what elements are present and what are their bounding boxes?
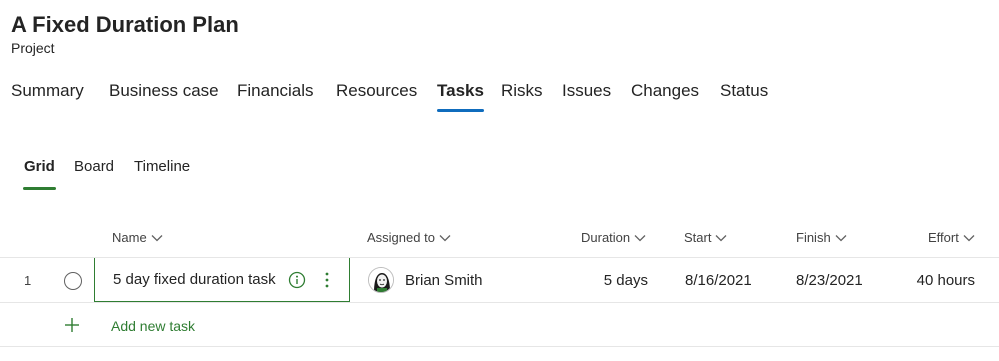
tab-summary[interactable]: Summary bbox=[11, 78, 84, 114]
column-header-assigned-to[interactable]: Assigned to bbox=[367, 230, 451, 245]
page-subtitle: Project bbox=[11, 40, 55, 56]
chevron-down-icon bbox=[439, 234, 451, 241]
tab-timeline[interactable]: Timeline bbox=[134, 156, 190, 192]
column-header-name[interactable]: Name bbox=[112, 230, 163, 245]
row-number: 1 bbox=[24, 273, 32, 288]
tab-grid[interactable]: Grid bbox=[23, 156, 56, 192]
chevron-down-icon bbox=[634, 234, 646, 241]
column-header-finish[interactable]: Finish bbox=[796, 230, 847, 245]
page-title: A Fixed Duration Plan bbox=[11, 12, 239, 37]
effort-value[interactable]: 40 hours bbox=[917, 272, 975, 289]
add-new-task-button[interactable]: Add new task bbox=[111, 318, 195, 334]
column-header-duration[interactable]: Duration bbox=[581, 230, 646, 245]
tab-issues[interactable]: Issues bbox=[562, 78, 611, 114]
plus-icon[interactable] bbox=[63, 316, 81, 334]
tab-risks[interactable]: Risks bbox=[501, 78, 543, 114]
start-date-value[interactable]: 8/16/2021 bbox=[685, 272, 752, 289]
column-header-effort-label: Effort bbox=[928, 230, 959, 245]
tab-tasks[interactable]: Tasks bbox=[437, 78, 484, 114]
tab-changes[interactable]: Changes bbox=[631, 78, 699, 114]
table-row[interactable]: 1 5 day fixed duration task Brian Smith … bbox=[0, 258, 999, 303]
column-header-assigned-to-label: Assigned to bbox=[367, 230, 435, 245]
task-name-cell[interactable]: 5 day fixed duration task bbox=[94, 258, 350, 302]
tab-status[interactable]: Status bbox=[720, 78, 768, 114]
more-vertical-icon[interactable] bbox=[320, 270, 334, 290]
column-header-finish-label: Finish bbox=[796, 230, 831, 245]
column-header-duration-label: Duration bbox=[581, 230, 631, 245]
grid-header: Name Assigned to Duration Start Finish E… bbox=[0, 220, 999, 258]
avatar bbox=[368, 267, 394, 293]
chevron-down-icon bbox=[835, 234, 847, 241]
finish-date-value[interactable]: 8/23/2021 bbox=[796, 272, 863, 289]
tab-business-case[interactable]: Business case bbox=[109, 78, 219, 114]
tab-board[interactable]: Board bbox=[74, 156, 114, 192]
duration-value[interactable]: 5 days bbox=[604, 272, 648, 289]
circle-checkbox-icon[interactable] bbox=[64, 272, 82, 290]
assigned-to-value[interactable]: Brian Smith bbox=[405, 272, 483, 289]
task-name[interactable]: 5 day fixed duration task bbox=[113, 271, 276, 288]
tab-financials[interactable]: Financials bbox=[237, 78, 314, 114]
avatar-icon bbox=[369, 268, 393, 292]
column-header-start-label: Start bbox=[684, 230, 712, 245]
chevron-down-icon bbox=[963, 234, 975, 241]
column-header-start[interactable]: Start bbox=[684, 230, 727, 245]
tab-resources[interactable]: Resources bbox=[336, 78, 417, 114]
add-task-row[interactable]: Add new task bbox=[0, 303, 999, 347]
chevron-down-icon bbox=[716, 234, 727, 241]
info-icon[interactable] bbox=[288, 271, 306, 289]
chevron-down-icon bbox=[151, 234, 163, 241]
column-header-effort[interactable]: Effort bbox=[928, 230, 975, 245]
column-header-name-label: Name bbox=[112, 230, 147, 245]
